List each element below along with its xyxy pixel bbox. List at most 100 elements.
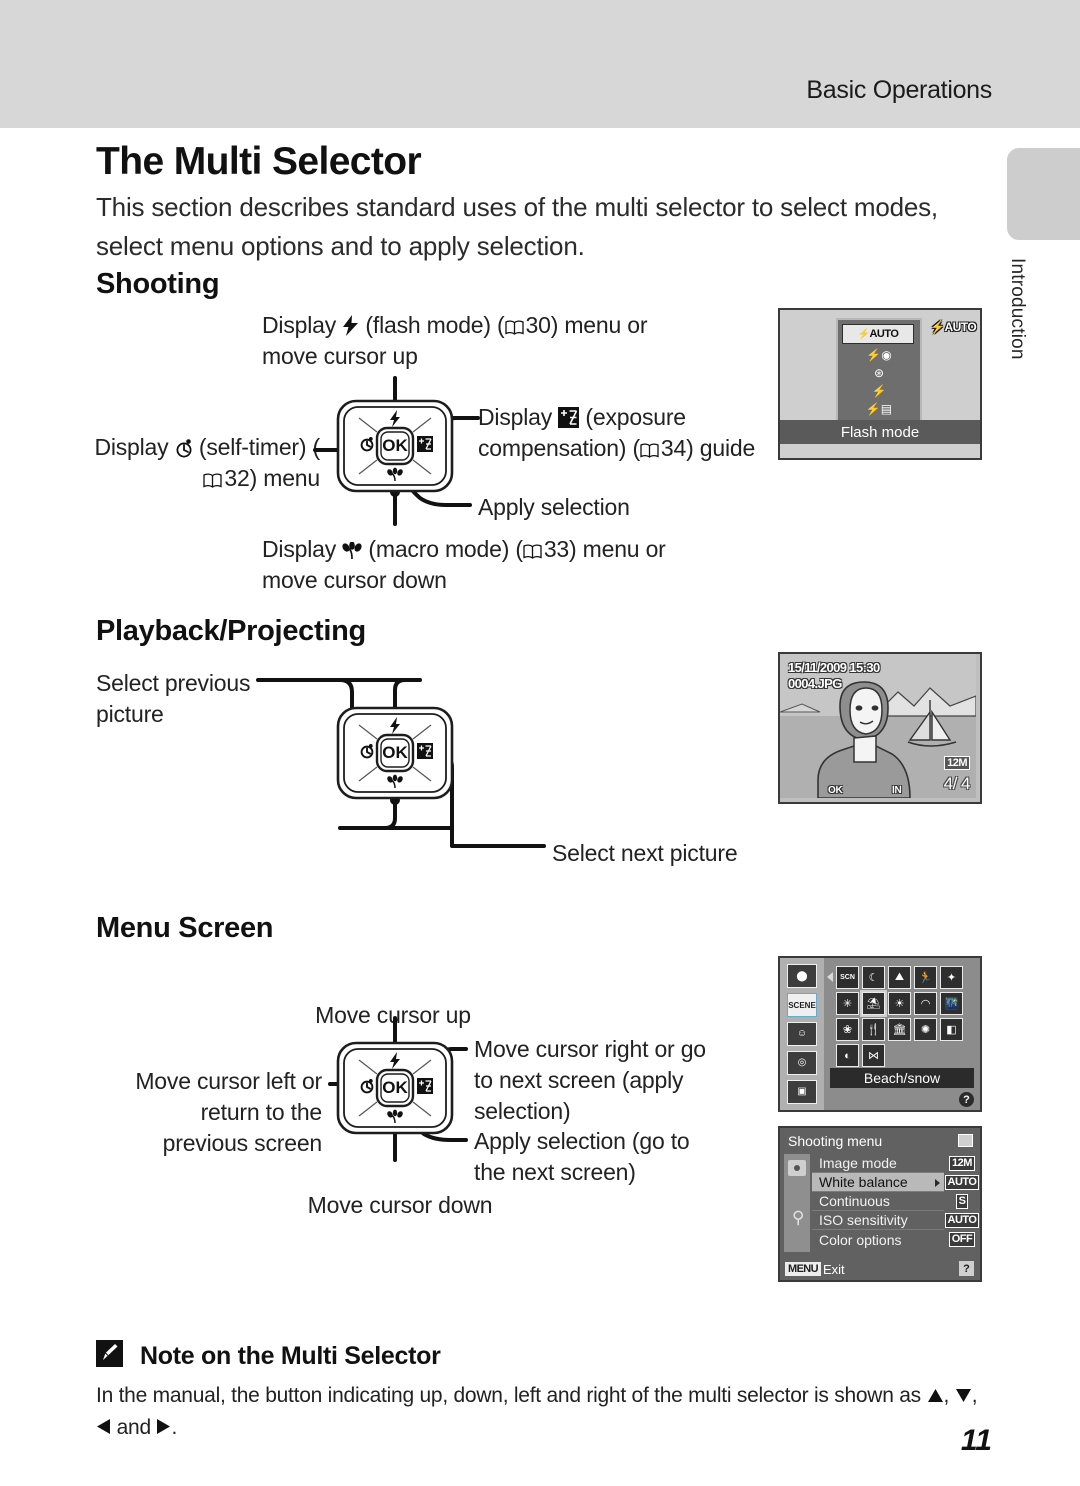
menu-item-color-options[interactable]: Color options xyxy=(812,1230,944,1249)
caption-shooting-down: Display (macro mode) (33) menu or move c… xyxy=(262,534,702,596)
caption-playback-right: Select next picture xyxy=(552,840,738,866)
scene-mode-tab-rail: ⬤ SCENE ☺ ◎ ▣ xyxy=(780,958,824,1110)
playback-filename: 0004.JPG xyxy=(788,676,842,691)
caption-text: (flash mode) ( xyxy=(365,312,505,338)
flash-selected-option[interactable]: ⚡ AUTO xyxy=(842,324,914,344)
playback-ok-hint: OK xyxy=(828,785,843,796)
menu-item-continuous[interactable]: Continuous xyxy=(812,1192,944,1211)
menu-exit-label: Exit xyxy=(823,1261,845,1277)
intro-paragraph: This section describes standard uses of … xyxy=(96,192,938,261)
triangle-up-icon xyxy=(927,1381,944,1412)
flash-mode-badge: ⚡AUTO xyxy=(930,320,977,334)
triangle-right-icon xyxy=(156,1413,171,1444)
scene-icon-night-landscape[interactable]: ☾ xyxy=(862,966,885,989)
scene-icon-close-up[interactable]: ❀ xyxy=(836,1018,859,1041)
playback-memory-indicator: IN xyxy=(892,785,902,796)
triangle-down-icon xyxy=(955,1381,972,1412)
scene-icon-panorama[interactable]: ⋈ xyxy=(862,1044,885,1067)
note-title: Note on the Multi Selector xyxy=(140,1342,441,1370)
caption-shooting-up: Display (flash mode) (30) menu or move c… xyxy=(262,310,692,372)
caption-page-number: 32 xyxy=(224,465,250,491)
caption-menu-down: Move cursor down xyxy=(307,1192,493,1218)
scene-icon-sports[interactable]: 🏃 xyxy=(914,966,937,989)
menu-button-badge: MENU xyxy=(785,1262,821,1276)
scene-mode-tab-icon[interactable]: SCENE xyxy=(787,993,817,1018)
scene-icon-fireworks[interactable]: ✺ xyxy=(914,1018,937,1041)
lcd-flash-mode-screen: ⚡ AUTO ⚡◉ ⊛ ⚡ ⚡▤ ⚡AUTO Flash mode xyxy=(778,308,982,460)
help-badge-icon[interactable]: ? xyxy=(959,1092,974,1107)
movie-tab-icon[interactable]: ▣ xyxy=(787,1079,817,1104)
page-ref-icon xyxy=(203,473,223,488)
caption-menu-center: Apply selection (go to the next screen) xyxy=(474,1128,690,1185)
scene-icon-dusk-dawn[interactable]: ◠ xyxy=(914,992,937,1015)
lcd-scene-menu-screen: ⬤ SCENE ☺ ◎ ▣ SCN ☾ ⛰ 🏃 ✦ ✳ ⛱ ☀ ◠ 🌃 ❀ 🍴 … xyxy=(778,956,982,1112)
smart-portrait-tab-icon[interactable]: ☺ xyxy=(787,1021,817,1046)
scene-icon-night-portrait[interactable]: 🌃 xyxy=(940,992,963,1015)
flash-option-off[interactable]: ⊛ xyxy=(838,364,920,382)
value-iso-sensitivity: AUTO xyxy=(944,1211,980,1230)
flash-option-fill[interactable]: ⚡ xyxy=(838,382,920,400)
shooting-mode-tab-icon[interactable]: ⬤ xyxy=(787,964,817,989)
chevron-right-icon xyxy=(935,1179,940,1187)
menu-item-white-balance[interactable]: White balance xyxy=(812,1173,944,1192)
note-text: and xyxy=(116,1416,152,1439)
scene-icon-food[interactable]: 🍴 xyxy=(862,1018,885,1041)
caption-shooting-right: Display (exposure compensation) (34) gui… xyxy=(478,402,778,464)
scene-icon-museum[interactable]: 🏛 xyxy=(888,1018,911,1041)
scene-icon-party[interactable]: ✳ xyxy=(836,992,859,1015)
section-title: Basic Operations xyxy=(806,76,992,104)
menu-item-image-mode[interactable]: Image mode xyxy=(812,1154,944,1173)
multi-selector-dial-playback[interactable]: OK xyxy=(335,705,465,845)
caption-page-number: 34 xyxy=(660,435,687,461)
caption-playback-left: Select previous picture xyxy=(96,670,251,727)
shooting-menu-footer: MENU Exit xyxy=(780,1258,980,1280)
shooting-menu-list: Image mode White balance Continuous ISO … xyxy=(812,1154,944,1249)
setup-menu-tab-icon[interactable]: ⚲ xyxy=(792,1208,804,1228)
header-band xyxy=(0,0,1080,128)
caption-menu-up: Move cursor up xyxy=(315,1002,471,1028)
lcd-playback-screen: 15/11/2009 15:30 0004.JPG 12M 4/ 4 OK IN xyxy=(778,652,982,804)
caption-text: ) guide xyxy=(686,435,756,461)
menu-item-iso-sensitivity[interactable]: ISO sensitivity xyxy=(812,1211,944,1230)
caption-shooting-center: Apply selection xyxy=(478,494,630,520)
multi-selector-dial-shooting[interactable]: OK xyxy=(335,398,465,538)
flash-icon xyxy=(342,315,359,336)
scene-icon-landscape[interactable]: ⛰ xyxy=(888,966,911,989)
scene-icon-copy[interactable]: ◧ xyxy=(940,1018,963,1041)
caption-menu-left: Move cursor left or return to the previo… xyxy=(135,1068,322,1156)
caption-page-number: 30 xyxy=(525,312,551,338)
caption-text: Display xyxy=(262,536,337,562)
menu-indicator-icon xyxy=(958,1134,973,1147)
note-text: , xyxy=(943,1384,950,1407)
caption-menu-right: Move cursor right or go to next screen (… xyxy=(474,1036,706,1124)
flash-option-strip: ⚡ AUTO ⚡◉ ⊛ ⚡ ⚡▤ xyxy=(836,318,922,422)
scene-icon-sunset[interactable]: ☀ xyxy=(888,992,911,1015)
flash-option-red-eye[interactable]: ⚡◉ xyxy=(838,346,920,364)
page-number: 11 xyxy=(960,1424,992,1457)
shooting-menu-tab-icon[interactable] xyxy=(788,1160,806,1176)
macro-icon xyxy=(342,542,362,560)
caption-text: Display xyxy=(478,404,553,430)
value-continuous: S xyxy=(948,1192,976,1211)
flash-mode-caption: Flash mode xyxy=(780,420,980,444)
value-image-mode: 12M xyxy=(948,1154,976,1173)
flash-option-slow-sync[interactable]: ⚡▤ xyxy=(838,400,920,418)
note-body: In the manual, the button indicating up,… xyxy=(96,1380,996,1444)
heading-shooting: Shooting xyxy=(96,268,220,300)
subject-tracking-tab-icon[interactable]: ◎ xyxy=(787,1050,817,1075)
caption-text: (self-timer) ( xyxy=(198,434,320,460)
svg-text:OK: OK xyxy=(382,1078,408,1097)
shooting-menu-values: 12M AUTO S AUTO OFF xyxy=(944,1154,980,1249)
scene-icon-auto[interactable]: SCN xyxy=(836,966,859,989)
scene-icon-beach-snow[interactable]: ⛱ xyxy=(860,990,887,1017)
caption-text: ) menu xyxy=(249,465,321,491)
svg-text:OK: OK xyxy=(382,743,408,762)
chapter-tab-label: Introduction xyxy=(1007,258,1028,360)
caption-text: Display xyxy=(94,434,169,460)
scene-icon-backlight[interactable]: ◐ xyxy=(836,1044,859,1067)
manual-page: Basic Operations Introduction The Multi … xyxy=(0,0,1080,1486)
scene-icon-portrait-frame[interactable]: ✦ xyxy=(940,966,963,989)
caption-text: (macro mode) ( xyxy=(368,536,523,562)
help-badge-icon[interactable]: ? xyxy=(959,1261,974,1276)
multi-selector-dial-menu[interactable]: OK xyxy=(335,1040,465,1180)
